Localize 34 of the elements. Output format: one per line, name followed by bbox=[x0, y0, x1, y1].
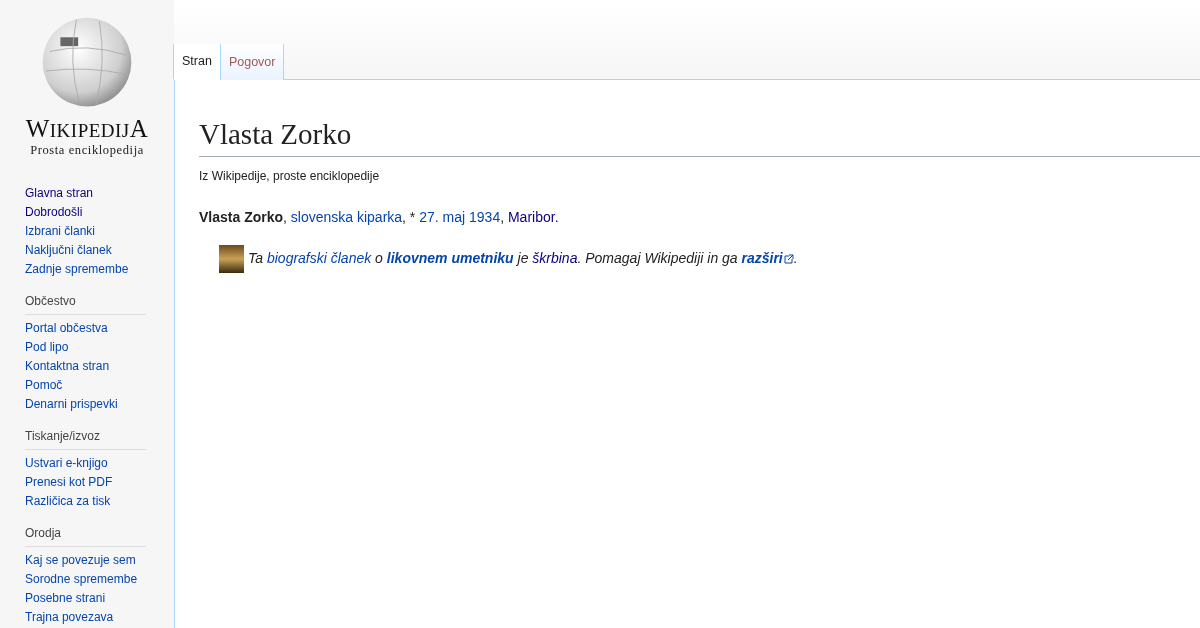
sidebar-link[interactable]: Sorodne spremembe bbox=[25, 570, 166, 589]
sidebar-heading: Orodja bbox=[25, 524, 146, 547]
lead-paragraph: Vlasta Zorko, slovenska kiparka, * 27. maj 1934, Maribor. bbox=[199, 207, 560, 227]
sidebar-link[interactable]: Kontaktna stran bbox=[25, 357, 166, 376]
tagline: Prosta enciklopedija bbox=[30, 142, 144, 160]
sidebar-link[interactable]: Naključni članek bbox=[25, 241, 166, 260]
sidebar-link[interactable]: Pomoč bbox=[25, 376, 166, 395]
article-title: Vlasta Zorko bbox=[199, 116, 1200, 157]
sidebar-link[interactable]: Pod lipo bbox=[25, 338, 166, 357]
text-link[interactable]: likovnem umetniku bbox=[386, 250, 514, 267]
text-link[interactable]: razširi bbox=[741, 250, 794, 267]
sidebar-link[interactable]: Trajna povezava bbox=[25, 608, 166, 627]
sidebar-link[interactable]: Kaj se povezuje sem bbox=[25, 551, 166, 570]
sidebar-heading: Tiskanje/izvoz bbox=[25, 427, 146, 450]
stub-notice: Ta biografski članek o likovnem umetniku je škrbina. Pomagaj Wikipediji in ga razširi . bbox=[248, 249, 798, 269]
page-tab[interactable]: Pogovor bbox=[219, 44, 285, 80]
sidebar-link[interactable]: Izbrani članki bbox=[25, 222, 166, 241]
wordmark: WIKIPEDIJA bbox=[25, 116, 149, 142]
sidebar-link[interactable]: Dobrodošli bbox=[25, 203, 166, 222]
sidebar-heading: Občestvo bbox=[25, 292, 146, 315]
sidebar-link[interactable]: Denarni prispevki bbox=[25, 395, 166, 414]
sidebar-link[interactable]: Ustvari e-knjigo bbox=[25, 454, 166, 473]
page-tab[interactable]: Stran bbox=[173, 44, 221, 80]
text-link[interactable]: Maribor bbox=[507, 208, 555, 225]
sidebar-link[interactable]: Posebne strani bbox=[25, 589, 166, 608]
sidebar-link[interactable]: Različica za tisk bbox=[25, 492, 166, 511]
sidebar-link[interactable]: Glavna stran bbox=[25, 184, 166, 203]
text-link[interactable]: biografski članek bbox=[266, 250, 372, 267]
sidebar-link[interactable]: Portal občestva bbox=[25, 319, 166, 338]
external-link-icon bbox=[783, 254, 794, 265]
article-subtitle: Iz Wikipedije, proste enciklopedije bbox=[199, 167, 381, 185]
sidebar-link[interactable]: Zadnje spremembe bbox=[25, 260, 166, 279]
sidebar-link[interactable]: Prenesi kot PDF bbox=[25, 473, 166, 492]
portrait-thumbnail bbox=[219, 244, 244, 273]
